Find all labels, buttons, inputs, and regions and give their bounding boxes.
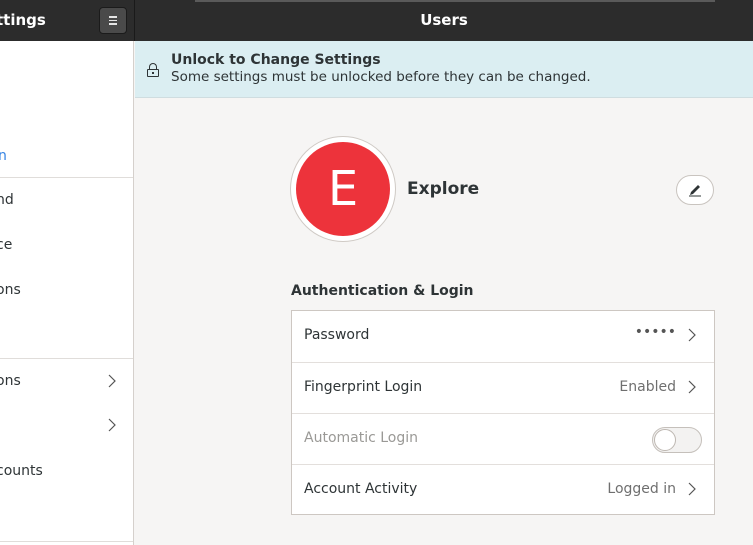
account-activity-row[interactable]: Account Activity Logged in (292, 464, 714, 516)
automatic-login-row: Automatic Login (292, 413, 714, 465)
sidebar-item-label: ons (0, 282, 21, 298)
lock-icon[interactable] (147, 63, 159, 77)
header-bar: ttings Users (0, 0, 753, 41)
sidebar-active-item-fragment[interactable]: n (0, 148, 7, 164)
chevron-right-icon (688, 328, 696, 342)
pencil-icon (689, 185, 701, 197)
row-label: Automatic Login (304, 430, 419, 446)
sidebar-separator (0, 358, 133, 359)
sidebar: n nd ce ons ons counts (0, 41, 134, 545)
sidebar-item-label: counts (0, 463, 43, 479)
section-title-authentication: Authentication & Login (291, 283, 474, 299)
password-dots: ••••• (634, 324, 676, 340)
unlock-infobar: Unlock to Change Settings Some settings … (135, 41, 753, 98)
chevron-right-icon (688, 482, 696, 496)
row-label: Account Activity (304, 481, 418, 497)
sidebar-item-label: ce (0, 237, 13, 253)
row-label: Fingerprint Login (304, 379, 423, 395)
edit-name-button[interactable] (676, 175, 714, 205)
app-title: ttings (0, 11, 46, 29)
hamburger-menu-icon (109, 16, 117, 25)
password-row[interactable]: Password ••••• (292, 311, 714, 362)
chevron-right-icon (108, 418, 116, 432)
sidebar-separator (0, 177, 133, 178)
row-value: Enabled (619, 379, 676, 395)
authentication-list: Password ••••• Fingerprint Login Enabled… (291, 310, 715, 515)
fingerprint-login-row[interactable]: Fingerprint Login Enabled (292, 362, 714, 414)
chevron-right-icon (688, 380, 696, 394)
menu-button[interactable] (99, 7, 127, 34)
sidebar-separator (0, 541, 133, 542)
avatar[interactable]: E (296, 142, 390, 236)
automatic-login-switch[interactable] (652, 427, 702, 453)
window-top-strip (195, 0, 715, 2)
page-title: Users (420, 11, 468, 29)
infobar-subtitle: Some settings must be unlocked before th… (171, 69, 591, 85)
sidebar-item-label: nd (0, 192, 14, 208)
sidebar-item-label: ons (0, 373, 21, 389)
avatar-initial: E (327, 161, 359, 217)
row-value: Logged in (607, 481, 676, 497)
chevron-right-icon (108, 374, 116, 388)
switch-knob (654, 429, 676, 451)
row-label: Password (304, 327, 370, 343)
infobar-title: Unlock to Change Settings (171, 52, 381, 68)
user-name: Explore (407, 179, 480, 199)
